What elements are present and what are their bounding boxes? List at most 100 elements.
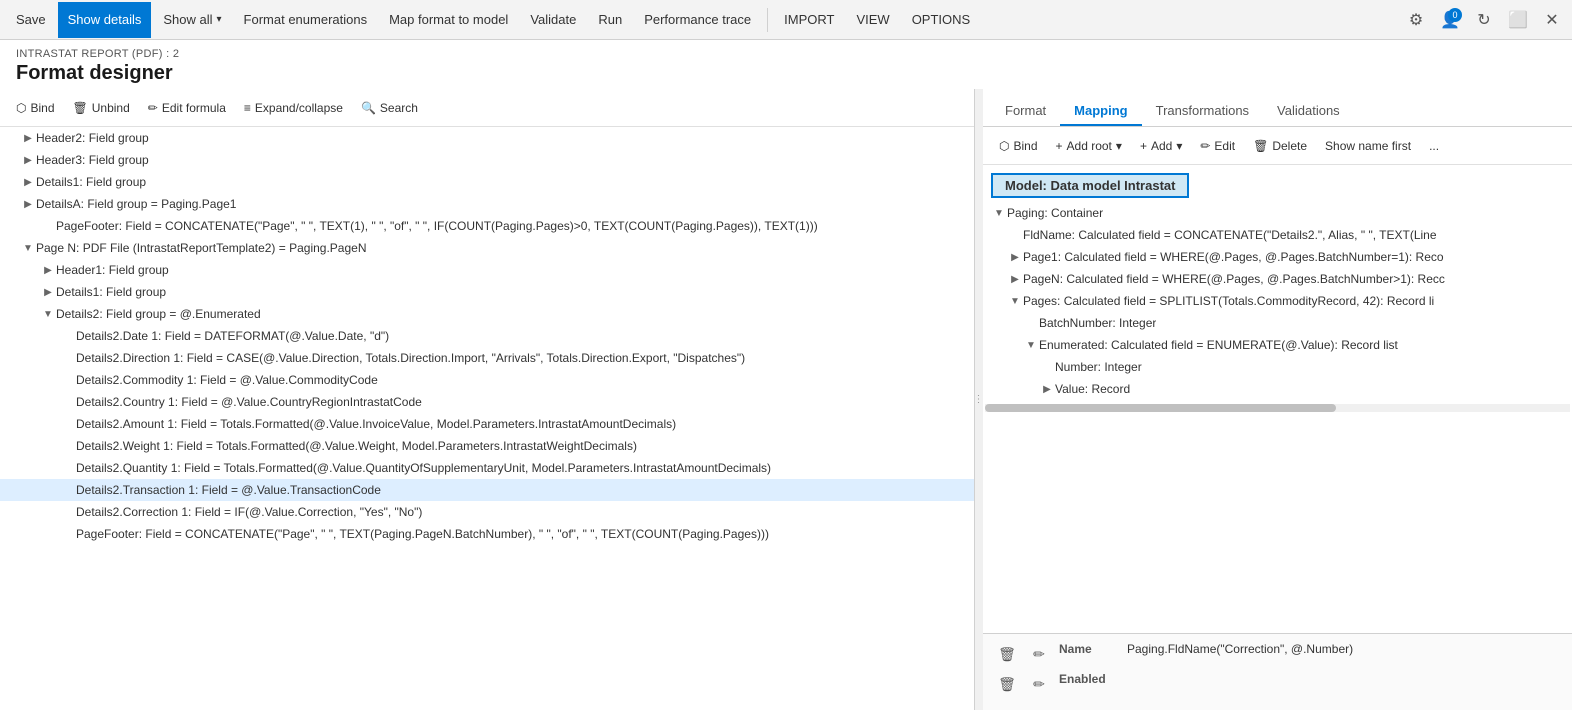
search-button[interactable]: 🔍 Search — [353, 98, 426, 118]
breadcrumb: INTRASTAT REPORT (PDF) : 2 — [16, 48, 1556, 60]
right-panel: Format Mapping Transformations Validatio… — [983, 89, 1572, 710]
scrollbar-thumb — [985, 404, 1336, 412]
close-icon[interactable]: ✕ — [1538, 6, 1566, 34]
enabled-label: Enabled — [1059, 672, 1119, 686]
edit-formula-icon: ✏ — [148, 101, 158, 115]
tree-item[interactable]: ▶ Details2.Correction 1: Field = IF(@.Va… — [0, 501, 974, 523]
tree-item-selected[interactable]: ▶ Details2.Transaction 1: Field = @.Valu… — [0, 479, 974, 501]
page-title: Format designer — [16, 62, 1556, 85]
right-tree-item[interactable]: ▶ BatchNumber: Integer — [983, 312, 1572, 334]
tree-item[interactable]: ▼ Details2: Field group = @.Enumerated — [0, 303, 974, 325]
tree-item[interactable]: ▶ Details2.Date 1: Field = DATEFORMAT(@.… — [0, 325, 974, 347]
right-expand-icon[interactable]: ▼ — [991, 205, 1007, 221]
right-tree-item[interactable]: ▶ Page1: Calculated field = WHERE(@.Page… — [983, 246, 1572, 268]
expand-icon[interactable]: ▶ — [20, 174, 36, 190]
separator-1 — [767, 8, 768, 32]
name-row: 🗑 ✏ Name Paging.FldName("Correction", @.… — [995, 642, 1560, 666]
tabs-row: Format Mapping Transformations Validatio… — [983, 89, 1572, 127]
options-button[interactable]: OPTIONS — [902, 2, 981, 38]
tree-item[interactable]: ▶ Details1: Field group — [0, 281, 974, 303]
right-expand-icon[interactable]: ▶ — [1007, 249, 1023, 265]
maximize-icon[interactable]: ⬜ — [1504, 6, 1532, 34]
tree-item[interactable]: ▶ Details2.Amount 1: Field = Totals.Form… — [0, 413, 974, 435]
show-details-button[interactable]: Show details — [58, 2, 152, 38]
right-bind-icon: ⬡ — [999, 139, 1009, 153]
tab-validations[interactable]: Validations — [1263, 97, 1354, 126]
unbind-icon: 🗑 — [73, 101, 88, 115]
tree-item[interactable]: ▶ Header1: Field group — [0, 259, 974, 281]
right-tree-item[interactable]: ▶ FldName: Calculated field = CONCATENAT… — [983, 224, 1572, 246]
tab-transformations[interactable]: Transformations — [1142, 97, 1263, 126]
tree-item[interactable]: ▶ Details2.Country 1: Field = @.Value.Co… — [0, 391, 974, 413]
map-format-to-model-button[interactable]: Map format to model — [379, 2, 518, 38]
name-label: Name — [1059, 642, 1119, 656]
refresh-icon[interactable]: ↻ — [1470, 6, 1498, 34]
right-tree-item[interactable]: ▶ Value: Record — [983, 378, 1572, 400]
enabled-row: 🗑 ✏ Enabled — [995, 672, 1560, 696]
import-button[interactable]: IMPORT — [774, 2, 844, 38]
right-tree-item[interactable]: ▶ Number: Integer — [983, 356, 1572, 378]
expand-collapse-button[interactable]: ≡ Expand/collapse — [236, 98, 351, 118]
name-value: Paging.FldName("Correction", @.Number) — [1127, 642, 1353, 656]
show-name-first-button[interactable]: Show name first — [1317, 136, 1419, 156]
validate-button[interactable]: Validate — [520, 2, 586, 38]
tree-item[interactable]: ▶ Details1: Field group — [0, 171, 974, 193]
toolbar-right: ⚙ 👤 0 ↻ ⬜ ✕ — [1402, 6, 1566, 34]
save-button[interactable]: Save — [6, 2, 56, 38]
right-expand-icon[interactable]: ▶ — [1039, 381, 1055, 397]
right-tree-item[interactable]: ▼ Pages: Calculated field = SPLITLIST(To… — [983, 290, 1572, 312]
add-button[interactable]: + Add ▾ — [1132, 136, 1190, 156]
right-expand-icon[interactable]: ▶ — [1007, 271, 1023, 287]
add-root-button[interactable]: + Add root ▾ — [1048, 136, 1130, 156]
bottom-delete-button[interactable]: 🗑 — [995, 642, 1019, 666]
right-tree-item[interactable]: ▼ Enumerated: Calculated field = ENUMERA… — [983, 334, 1572, 356]
tree-item[interactable]: ▶ Header3: Field group — [0, 149, 974, 171]
bottom-edit-button-2[interactable]: ✏ — [1027, 672, 1051, 696]
tab-mapping[interactable]: Mapping — [1060, 97, 1141, 126]
top-toolbar: Save Show details Show all Format enumer… — [0, 0, 1572, 40]
right-bind-button[interactable]: ⬡ Bind — [991, 136, 1046, 156]
expand-icon[interactable]: ▶ — [20, 196, 36, 212]
performance-trace-button[interactable]: Performance trace — [634, 2, 761, 38]
bind-button[interactable]: ⬡ Bind — [8, 98, 63, 118]
run-button[interactable]: Run — [588, 2, 632, 38]
expand-icon[interactable]: ▼ — [20, 240, 36, 256]
settings-icon[interactable]: ⚙ — [1402, 6, 1430, 34]
tree-item[interactable]: ▶ DetailsA: Field group = Paging.Page1 — [0, 193, 974, 215]
show-all-button[interactable]: Show all — [153, 2, 231, 38]
expand-icon[interactable]: ▶ — [40, 284, 56, 300]
expand-icon[interactable]: ▶ — [20, 130, 36, 146]
expand-icon[interactable]: ▶ — [40, 262, 56, 278]
tab-format[interactable]: Format — [991, 97, 1060, 126]
right-tree-item[interactable]: ▼ Paging: Container — [983, 202, 1572, 224]
add-chevron: ▾ — [1176, 139, 1182, 153]
user-icon[interactable]: 👤 0 — [1436, 6, 1464, 34]
expand-icon[interactable]: ▼ — [40, 306, 56, 322]
search-icon: 🔍 — [361, 101, 376, 115]
format-enumerations-button[interactable]: Format enumerations — [234, 2, 378, 38]
view-button[interactable]: VIEW — [846, 2, 899, 38]
right-tree-content: Model: Data model Intrastat ▼ Paging: Co… — [983, 165, 1572, 633]
unbind-button[interactable]: 🗑 Unbind — [65, 98, 138, 118]
right-delete-button[interactable]: 🗑 Delete — [1245, 136, 1315, 156]
right-tree-item[interactable]: ▶ PageN: Calculated field = WHERE(@.Page… — [983, 268, 1572, 290]
resize-handle[interactable]: ⋮ — [975, 89, 983, 710]
right-edit-button[interactable]: ✏ Edit — [1192, 136, 1243, 156]
tree-item[interactable]: ▶ Details2.Commodity 1: Field = @.Value.… — [0, 369, 974, 391]
edit-formula-button[interactable]: ✏ Edit formula — [140, 98, 234, 118]
tree-item[interactable]: ▶ Details2.Direction 1: Field = CASE(@.V… — [0, 347, 974, 369]
bottom-delete-button-2[interactable]: 🗑 — [995, 672, 1019, 696]
right-expand-icon[interactable]: ▼ — [1023, 337, 1039, 353]
right-expand-icon[interactable]: ▼ — [1007, 293, 1023, 309]
tree-item[interactable]: ▶ PageFooter: Field = CONCATENATE("Page"… — [0, 215, 974, 237]
add-root-chevron: ▾ — [1116, 139, 1122, 153]
more-options-button[interactable]: ... — [1421, 136, 1447, 156]
expand-icon[interactable]: ▶ — [20, 152, 36, 168]
horizontal-scrollbar[interactable] — [985, 404, 1570, 412]
tree-item[interactable]: ▼ Page N: PDF File (IntrastatReportTempl… — [0, 237, 974, 259]
tree-item[interactable]: ▶ Details2.Weight 1: Field = Totals.Form… — [0, 435, 974, 457]
tree-item[interactable]: ▶ Details2.Quantity 1: Field = Totals.Fo… — [0, 457, 974, 479]
tree-item[interactable]: ▶ PageFooter: Field = CONCATENATE("Page"… — [0, 523, 974, 545]
bottom-edit-button[interactable]: ✏ — [1027, 642, 1051, 666]
tree-item[interactable]: ▶ Header2: Field group — [0, 127, 974, 149]
